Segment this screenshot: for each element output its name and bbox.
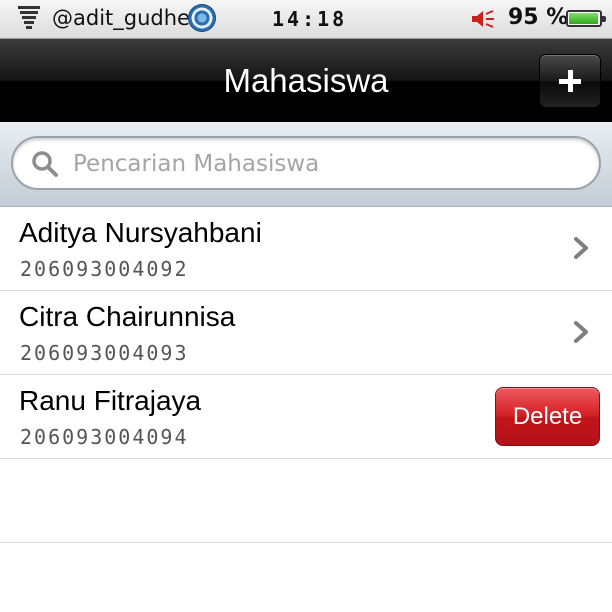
battery-percent: 95 % [508,5,569,30]
chevron-right-icon [574,237,588,259]
status-bar: @adit_gudhel 14:18 95 % [0,0,612,39]
search-bar [0,122,612,207]
student-nim: 206093004093 [20,341,189,365]
chevron-right-icon [574,321,588,343]
student-nim: 206093004092 [20,257,189,281]
navigation-bar: Mahasiswa [0,39,612,122]
battery-fill [569,13,598,24]
search-field[interactable] [11,136,601,190]
clock: 14:18 [272,7,348,31]
search-icon [32,151,58,177]
add-student-button[interactable] [539,54,601,108]
student-nim: 206093004094 [20,425,189,449]
activity-indicator-icon [188,4,216,32]
empty-row [0,459,612,543]
speaker-muted-icon [472,10,494,28]
student-name: Citra Chairunnisa [19,301,236,332]
student-name: Aditya Nursyahbani [19,217,262,248]
signal-icon [18,6,40,32]
carrier-name: @adit_gudhel [52,6,196,30]
delete-button[interactable]: Delete [495,387,600,446]
list-item[interactable]: Ranu Fitrajaya 206093004094 Delete [0,375,612,459]
student-list: Aditya Nursyahbani 206093004092 Citra Ch… [0,207,612,543]
student-name: Ranu Fitrajaya [19,385,202,416]
battery-icon [566,10,606,27]
search-input[interactable] [71,144,575,184]
page-title: Mahasiswa [223,62,389,99]
list-item[interactable]: Citra Chairunnisa 206093004093 [0,291,612,375]
list-item[interactable]: Aditya Nursyahbani 206093004092 [0,207,612,291]
